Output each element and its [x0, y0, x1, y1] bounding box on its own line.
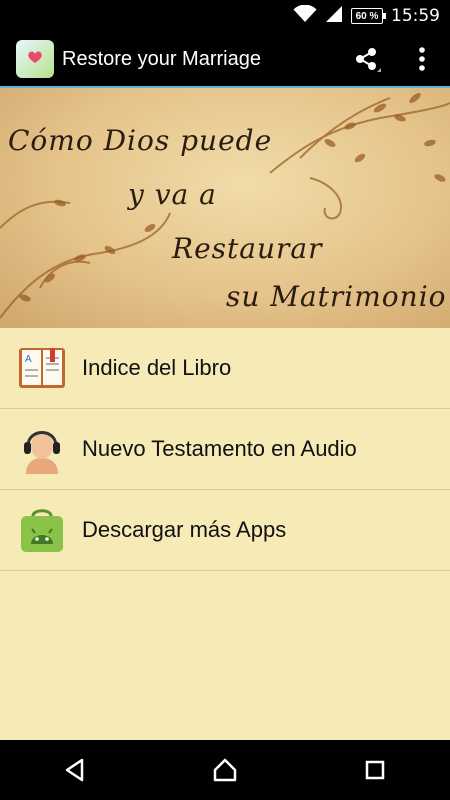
main-menu-list: A Indice del Libro Nuevo Testamento en A… [0, 328, 450, 571]
home-button[interactable] [195, 740, 255, 800]
menu-item-descargar-apps[interactable]: Descargar más Apps [0, 490, 450, 571]
banner-text-line-2: y va a [128, 178, 217, 211]
menu-item-nuevo-testamento-audio[interactable]: Nuevo Testamento en Audio [0, 409, 450, 490]
system-nav-bar [0, 740, 450, 800]
clock: 15:59 [391, 6, 440, 26]
status-bar: 60 % 15:59 [0, 0, 450, 32]
app-logo-icon [16, 40, 54, 78]
menu-item-label: Nuevo Testamento en Audio [82, 436, 357, 461]
battery-percent: 60 % [355, 10, 379, 22]
banner-text-line-3: Restaurar [172, 232, 323, 265]
back-button[interactable] [45, 740, 105, 800]
menu-item-label: Indice del Libro [82, 355, 232, 380]
recents-square-icon [365, 760, 385, 780]
wifi-icon [293, 4, 317, 28]
share-button[interactable] [338, 31, 394, 87]
home-icon [213, 758, 237, 782]
app-bar: Restore your Marriage [0, 32, 450, 88]
banner-image: Cómo Dios puede y va a Restaurar su Matr… [0, 88, 450, 328]
more-vert-icon [419, 47, 425, 71]
recents-button[interactable] [345, 740, 405, 800]
banner-text-line-4: su Matrimonio [226, 280, 447, 313]
banner-text-line-1: Cómo Dios puede [8, 124, 273, 157]
headphones-woman-icon [16, 423, 68, 475]
android-bag-icon [16, 504, 68, 556]
book-icon: A [16, 342, 68, 394]
battery-icon: 60 % [351, 8, 386, 24]
signal-icon [325, 5, 343, 28]
svg-text:A: A [25, 354, 32, 365]
app-title: Restore your Marriage [62, 47, 261, 70]
menu-item-indice-del-libro[interactable]: A Indice del Libro [0, 328, 450, 409]
share-icon [356, 48, 381, 72]
overflow-menu-button[interactable] [394, 31, 450, 87]
back-triangle-icon [65, 758, 84, 782]
menu-item-label: Descargar más Apps [82, 517, 287, 542]
